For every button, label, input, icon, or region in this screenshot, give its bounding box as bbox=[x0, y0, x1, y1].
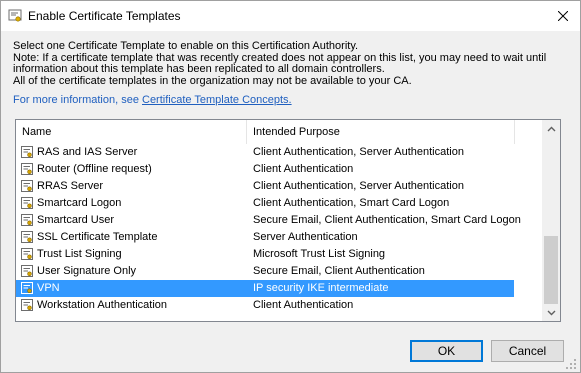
cell-name: Smartcard Logon bbox=[37, 197, 122, 209]
more-info-text: For more information, see Certificate Te… bbox=[13, 94, 292, 106]
cell-intended-purpose: Client Authentication bbox=[253, 299, 354, 311]
table-row[interactable]: Trust List Signing Microsoft Trust List S… bbox=[16, 246, 514, 263]
table-row[interactable]: VPN IP security IKE intermediate bbox=[16, 280, 514, 297]
cell-intended-purpose: Client Authentication bbox=[253, 163, 354, 175]
close-icon bbox=[558, 11, 568, 21]
certificate-template-icon bbox=[21, 265, 33, 277]
chevron-down-icon bbox=[547, 310, 555, 315]
cell-intended-purpose: Secure Email, Client Authentication, Sma… bbox=[253, 214, 521, 226]
column-header-intended-purpose[interactable]: Intended Purpose bbox=[247, 120, 515, 144]
close-button[interactable] bbox=[546, 1, 580, 31]
cell-name: Smartcard User bbox=[37, 214, 115, 226]
description-line: Select one Certificate Template to enabl… bbox=[13, 40, 359, 52]
list-rows: RAS and IAS Server Client Authentication,… bbox=[16, 144, 542, 314]
certificate-template-icon bbox=[21, 180, 33, 192]
cell-intended-purpose: Client Authentication, Smart Card Logon bbox=[253, 197, 450, 209]
scroll-down-button[interactable] bbox=[542, 304, 560, 321]
description-text: Select one Certificate Template to enabl… bbox=[13, 40, 573, 87]
certificate-template-icon bbox=[21, 197, 33, 209]
table-row[interactable]: Workstation Authentication Client Authent… bbox=[16, 297, 514, 314]
resize-grip-icon[interactable] bbox=[566, 359, 576, 369]
certificate-template-icon bbox=[21, 146, 33, 158]
dialog-window: Enable Certificate Templates Select one … bbox=[0, 0, 581, 373]
table-row[interactable]: RAS and IAS Server Client Authentication,… bbox=[16, 144, 514, 161]
table-row[interactable]: Smartcard Logon Client Authentication, Sm… bbox=[16, 195, 514, 212]
more-info-prefix: For more information, see bbox=[13, 94, 142, 106]
column-header-name[interactable]: Name bbox=[16, 120, 247, 144]
cell-name: SSL Certificate Template bbox=[37, 231, 158, 243]
vertical-scrollbar[interactable] bbox=[542, 120, 560, 321]
cell-intended-purpose: Secure Email, Client Authentication bbox=[253, 265, 425, 277]
table-row[interactable]: RRAS Server Client Authentication, Server… bbox=[16, 178, 514, 195]
certificate-template-icon bbox=[21, 282, 33, 294]
certificate-template-icon bbox=[21, 299, 33, 311]
description-line: All of the certificate templates in the … bbox=[13, 74, 412, 87]
title-bar: Enable Certificate Templates bbox=[1, 1, 580, 31]
list-header: Name Intended Purpose bbox=[16, 120, 542, 144]
certificate-template-concepts-link[interactable]: Certificate Template Concepts. bbox=[142, 94, 292, 106]
table-row[interactable]: User Signature Only Secure Email, Client … bbox=[16, 263, 514, 280]
cell-name: User Signature Only bbox=[37, 265, 137, 277]
certificate-template-icon bbox=[21, 214, 33, 226]
certificate-template-icon bbox=[21, 231, 33, 243]
cell-intended-purpose: Client Authentication, Server Authentica… bbox=[253, 146, 464, 158]
certificate-app-icon bbox=[8, 9, 22, 22]
scroll-thumb[interactable] bbox=[544, 236, 558, 304]
ok-button[interactable]: OK bbox=[410, 340, 483, 362]
cell-name: RRAS Server bbox=[37, 180, 104, 192]
scroll-up-button[interactable] bbox=[542, 120, 560, 137]
cell-intended-purpose: Client Authentication, Server Authentica… bbox=[253, 180, 464, 192]
cell-name: VPN bbox=[37, 282, 60, 294]
table-row[interactable]: SSL Certificate Template Server Authentic… bbox=[16, 229, 514, 246]
cell-name: RAS and IAS Server bbox=[37, 146, 138, 158]
cell-intended-purpose: Server Authentication bbox=[253, 231, 358, 243]
cell-intended-purpose: IP security IKE intermediate bbox=[253, 282, 389, 294]
cancel-button[interactable]: Cancel bbox=[491, 340, 564, 362]
template-list[interactable]: Name Intended Purpose RAS and IAS Server… bbox=[15, 119, 561, 322]
cell-name: Router (Offline request) bbox=[37, 163, 152, 175]
table-row[interactable]: Smartcard User Secure Email, Client Authe… bbox=[16, 212, 521, 229]
chevron-up-icon bbox=[547, 126, 555, 131]
table-row[interactable]: Router (Offline request) Client Authentic… bbox=[16, 161, 514, 178]
cell-intended-purpose: Microsoft Trust List Signing bbox=[253, 248, 386, 260]
cell-name: Trust List Signing bbox=[37, 248, 122, 260]
cell-name: Workstation Authentication bbox=[37, 299, 168, 311]
window-title: Enable Certificate Templates bbox=[28, 9, 181, 23]
certificate-template-icon bbox=[21, 163, 33, 175]
certificate-template-icon bbox=[21, 248, 33, 260]
